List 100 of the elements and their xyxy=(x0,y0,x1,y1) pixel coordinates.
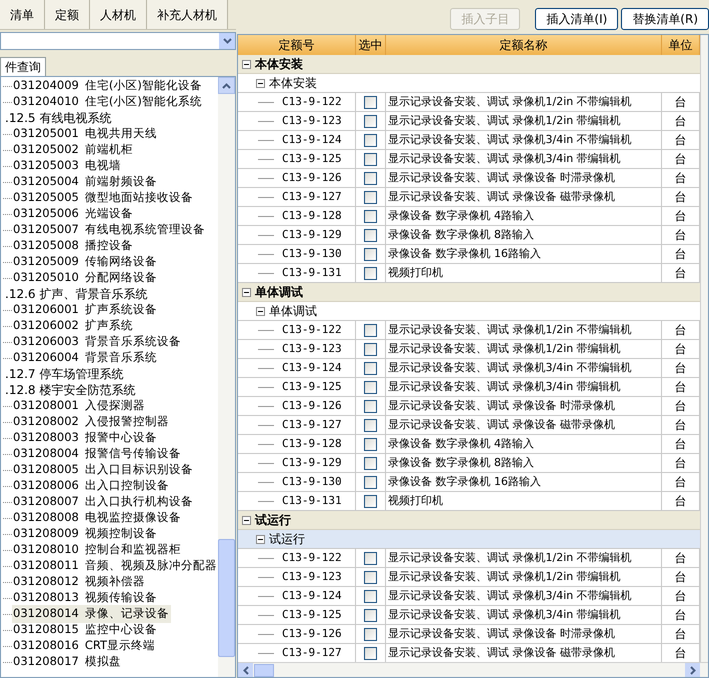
tree-item[interactable]: 031205005 微型地面站接收设备 xyxy=(12,189,195,207)
quota-code: C13-9-125 xyxy=(282,150,342,167)
tree-item[interactable]: 031204010 住宅(小区)智能化系统 xyxy=(12,93,204,111)
quota-code: C13-9-129 xyxy=(282,454,342,471)
tree-item[interactable]: 031208004 报警信号传输设备 xyxy=(12,445,183,463)
tree-category[interactable]: .12.8 楼宇安全防范系统 xyxy=(5,381,136,399)
tree-item[interactable]: 031205001 电视共用天线 xyxy=(12,125,159,143)
tree-item[interactable]: 031208017 模拟盘 xyxy=(12,653,123,671)
quota-name: 录像设备 数字录像机 4路输入 xyxy=(388,208,534,224)
tree-item[interactable]: 031208013 视频传输设备 xyxy=(12,589,159,607)
row-checkbox[interactable] xyxy=(364,646,377,660)
row-checkbox[interactable] xyxy=(364,552,377,564)
row-checkbox[interactable] xyxy=(364,172,377,184)
row-checkbox[interactable] xyxy=(364,400,377,412)
tree-item[interactable]: 031208012 视频补偿器 xyxy=(12,573,147,591)
tree-category[interactable]: .12.5 有线电视系统 xyxy=(5,109,112,127)
tree-category[interactable]: .12.7 停车场管理系统 xyxy=(5,365,124,383)
quota-name: 显示记录设备安装、调试 录像机3/4in 带编辑机 xyxy=(388,606,621,623)
tree-item[interactable]: 031208016 CRT显示终端 xyxy=(12,637,158,655)
tree-item[interactable]: 031208005 出入口目标识别设备 xyxy=(12,461,195,479)
tree-item[interactable]: 031205008 播控设备 xyxy=(12,237,135,255)
search-tab[interactable]: 件查询 xyxy=(0,57,46,76)
row-checkbox[interactable] xyxy=(364,628,377,640)
tree-item[interactable]: 031208009 视频控制设备 xyxy=(12,525,159,543)
row-checkbox[interactable] xyxy=(364,494,377,508)
tab[interactable]: 清单 xyxy=(0,0,45,29)
row-checkbox[interactable] xyxy=(364,380,377,394)
scroll-left-icon[interactable] xyxy=(238,663,253,677)
row-checkbox[interactable] xyxy=(364,362,377,374)
row-checkbox[interactable] xyxy=(364,266,377,280)
tree-item[interactable]: 031205003 电视墙 xyxy=(12,157,123,175)
tab[interactable]: 定额 xyxy=(45,0,90,29)
row-checkbox[interactable] xyxy=(364,590,377,602)
row-checkbox[interactable] xyxy=(364,134,377,146)
row-checkbox[interactable] xyxy=(364,342,377,356)
tree-item[interactable]: 031205004 前端射频设备 xyxy=(12,173,159,191)
row-checkbox[interactable] xyxy=(364,570,377,584)
tree-item[interactable]: 031205007 有线电视系统管理设备 xyxy=(12,221,207,239)
row-checkbox[interactable] xyxy=(364,438,377,450)
tree-item[interactable]: 031205009 传输网络设备 xyxy=(12,253,159,271)
collapse-icon[interactable] xyxy=(256,306,265,316)
tree-item[interactable]: 031206004 背景音乐系统 xyxy=(12,349,159,367)
tree-category[interactable]: .12.6 扩声、背景音乐系统 xyxy=(5,285,148,303)
subgroup-row[interactable]: 试运行 xyxy=(238,530,700,549)
tree-item[interactable]: 031208014 录像、记录设备 xyxy=(12,605,171,623)
row-checkbox[interactable] xyxy=(364,96,377,108)
row-checkbox[interactable] xyxy=(364,152,377,166)
row-checkbox[interactable] xyxy=(364,210,377,222)
action-button[interactable]: 替换清单(R) xyxy=(621,8,709,30)
scrollbar[interactable] xyxy=(218,77,235,677)
row-checkbox[interactable] xyxy=(364,190,377,204)
quota-name: 显示记录设备安装、调试 录像机1/2in 不带编辑机 xyxy=(388,322,632,338)
tree-item[interactable]: 031208015 监控中心设备 xyxy=(12,621,159,639)
tab[interactable]: 人材机 xyxy=(90,0,147,29)
horizontal-scrollbar[interactable] xyxy=(238,662,708,677)
row-checkbox[interactable] xyxy=(364,418,377,432)
scroll-up-icon[interactable] xyxy=(218,77,235,94)
filter-dropdown[interactable] xyxy=(0,32,236,50)
collapse-icon[interactable] xyxy=(256,78,265,88)
tree-item[interactable]: 031208010 控制台和监视器柜 xyxy=(12,541,183,559)
row-checkbox[interactable] xyxy=(364,114,377,128)
unit: 台 xyxy=(674,265,686,282)
quota-name: 显示记录设备安装、调试 录像设备 磁带录像机 xyxy=(388,188,615,205)
tree-item[interactable]: 031204009 住宅(小区)智能化设备 xyxy=(12,77,204,95)
collapse-icon[interactable] xyxy=(256,534,265,544)
subgroup-row[interactable]: 单体调试 xyxy=(238,302,700,321)
unit: 台 xyxy=(674,208,686,225)
row-checkbox[interactable] xyxy=(364,248,377,260)
tree-item[interactable]: 031208001 入侵探测器 xyxy=(12,397,147,415)
scroll-right-icon[interactable] xyxy=(685,663,700,677)
tree-item[interactable]: 031206001 扩声系统设备 xyxy=(12,301,159,319)
row-checkbox[interactable] xyxy=(364,608,377,622)
tree-item[interactable]: 031208011 音频、视频及脉冲分配器 xyxy=(12,557,218,575)
row-checkbox[interactable] xyxy=(364,456,377,470)
tree-item[interactable]: 031208002 入侵报警控制器 xyxy=(12,413,171,431)
tree-item[interactable]: 031206002 扩声系统 xyxy=(12,317,135,335)
tree-item[interactable]: 031208007 出入口执行机构设备 xyxy=(12,493,195,511)
tree-item[interactable]: 031206003 背景音乐系统设备 xyxy=(12,333,183,351)
tree-item[interactable]: 031205006 光端设备 xyxy=(12,205,135,223)
row-checkbox[interactable] xyxy=(364,324,377,336)
tree-item[interactable]: 031205010 分配网络设备 xyxy=(12,269,159,287)
quota-code: C13-9-130 xyxy=(282,474,342,490)
unit: 台 xyxy=(674,379,686,396)
vertical-scrollbar[interactable] xyxy=(700,35,708,662)
tab[interactable]: 补充人材机 xyxy=(147,0,228,29)
action-button[interactable]: 插入清单(I) xyxy=(535,8,618,30)
scroll-thumb[interactable] xyxy=(218,539,235,657)
tree-item[interactable]: 031208003 报警中心设备 xyxy=(12,429,159,447)
collapse-icon[interactable] xyxy=(242,516,251,524)
tree-item[interactable]: 031208006 出入口控制设备 xyxy=(12,477,171,495)
tree-item[interactable]: 031205002 前端机柜 xyxy=(12,141,135,159)
tree-item[interactable]: 031208008 电视监控摄像设备 xyxy=(12,509,183,527)
row-checkbox[interactable] xyxy=(364,476,377,488)
collapse-icon[interactable] xyxy=(242,60,251,68)
quota-name: 显示记录设备安装、调试 录像机1/2in 不带编辑机 xyxy=(388,94,632,110)
quota-code: C13-9-126 xyxy=(282,170,342,186)
scroll-thumb[interactable] xyxy=(254,664,274,676)
row-checkbox[interactable] xyxy=(364,228,377,242)
subgroup-row[interactable]: 本体安装 xyxy=(238,74,700,93)
collapse-icon[interactable] xyxy=(242,288,251,296)
